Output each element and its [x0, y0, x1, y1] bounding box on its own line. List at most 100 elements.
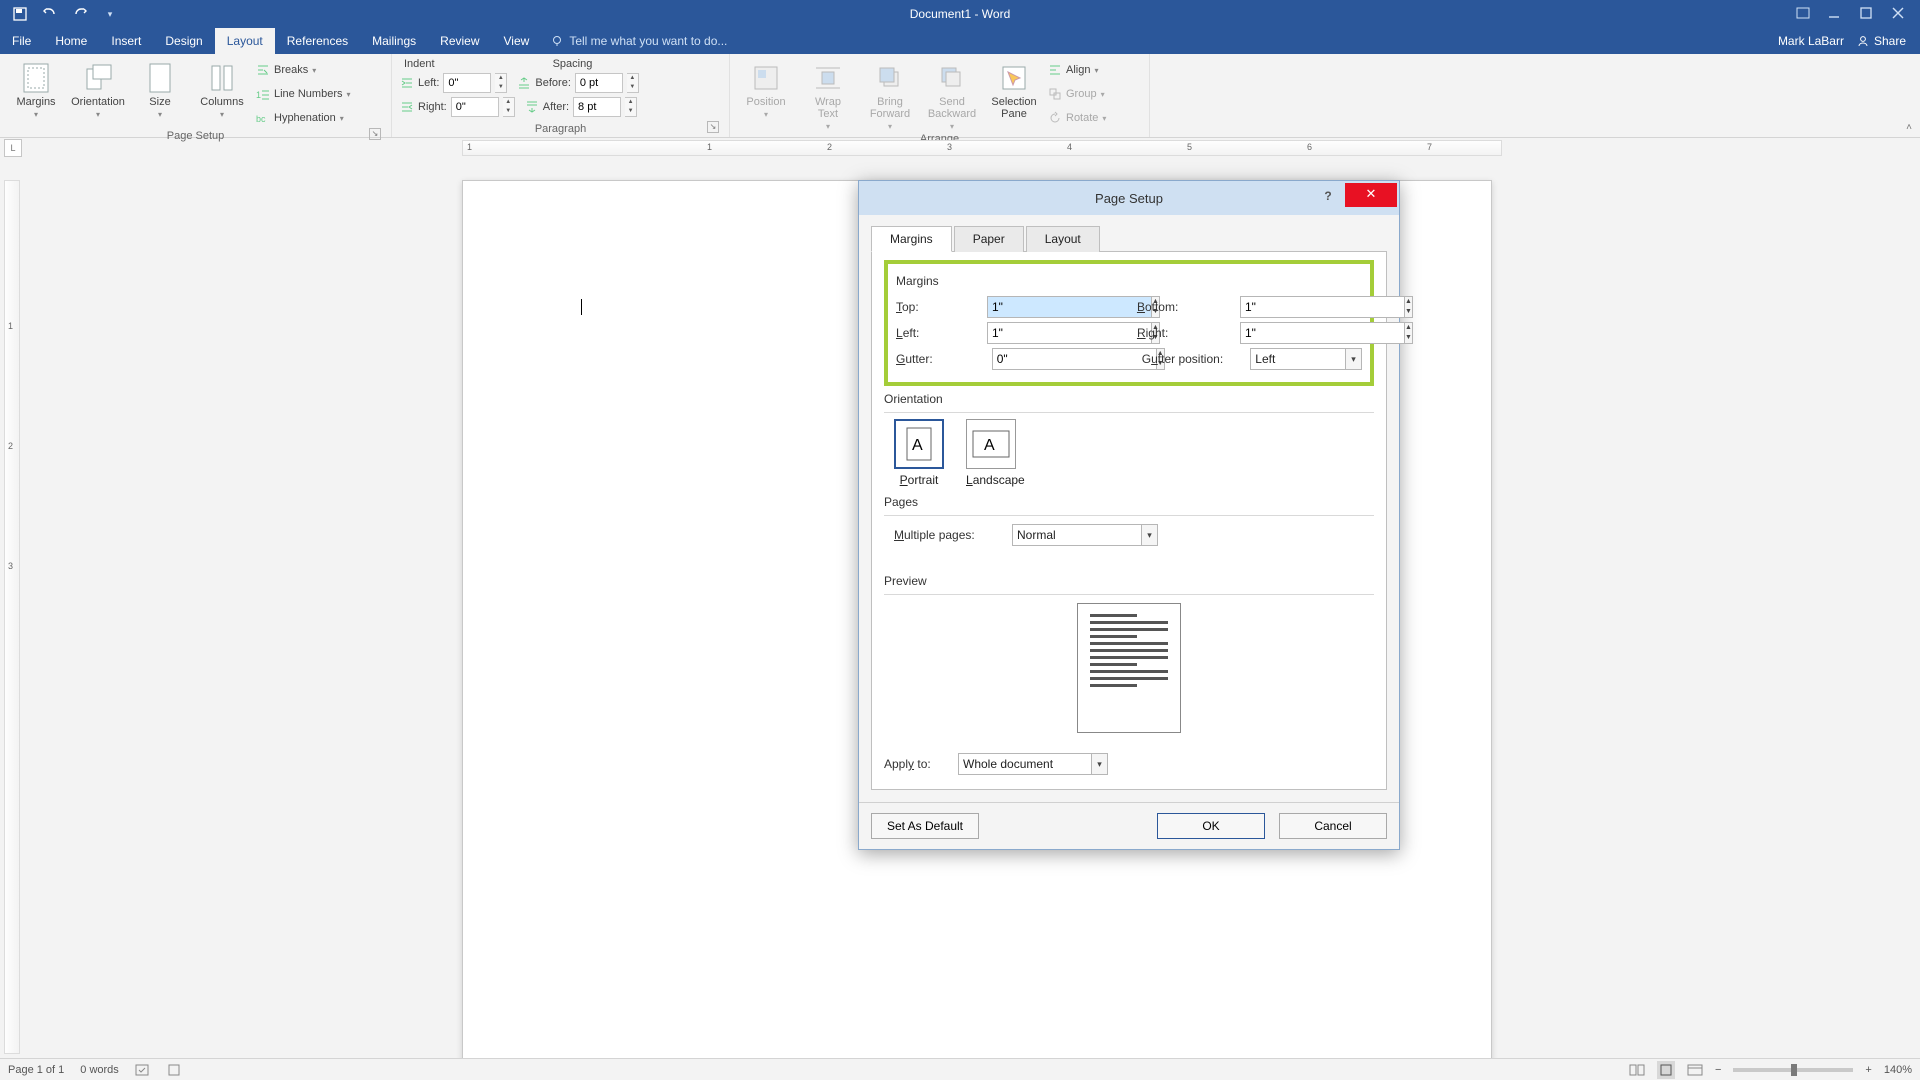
tab-review[interactable]: Review [428, 28, 491, 54]
spellcheck-icon[interactable] [135, 1063, 151, 1077]
indent-right[interactable]: Right:▲▼ [400, 96, 515, 118]
selection-pane-button[interactable]: SelectionPane [986, 58, 1042, 120]
line-numbers-icon: 1 [256, 87, 270, 101]
dialog-tab-paper[interactable]: Paper [954, 226, 1024, 252]
margin-top-input[interactable]: ▲▼ [987, 296, 1109, 318]
ok-button[interactable]: OK [1157, 813, 1265, 839]
zoom-level[interactable]: 140% [1884, 1064, 1912, 1076]
tab-file[interactable]: File [0, 28, 43, 54]
view-print-icon[interactable] [1657, 1061, 1675, 1079]
save-icon[interactable] [12, 6, 28, 22]
group-icon [1048, 87, 1062, 101]
margin-bottom-input[interactable]: ▲▼ [1240, 296, 1362, 318]
redo-icon[interactable] [72, 6, 88, 22]
dialog-title: Page Setup [1095, 191, 1163, 206]
status-page[interactable]: Page 1 of 1 [8, 1064, 64, 1076]
tell-me-search[interactable]: Tell me what you want to do... [541, 28, 727, 54]
rotate-button[interactable]: Rotate ▾ [1048, 108, 1106, 128]
macro-icon[interactable] [167, 1063, 181, 1077]
tab-design[interactable]: Design [153, 28, 214, 54]
gutter-input[interactable]: ▲▼ [992, 348, 1114, 370]
group-button[interactable]: Group ▾ [1048, 84, 1106, 104]
user-name[interactable]: Mark LaBarr [1778, 34, 1844, 48]
ribbon-display-icon[interactable] [1796, 7, 1810, 21]
margin-top-label: Top: [896, 300, 979, 314]
dialog-tabs: Margins Paper Layout [871, 225, 1387, 252]
margin-right-input[interactable]: ▲▼ [1240, 322, 1362, 344]
margin-left-input[interactable]: ▲▼ [987, 322, 1109, 344]
indent-right-icon [400, 100, 414, 114]
paragraph-launcher[interactable]: ↘ [707, 121, 719, 133]
group-label: Page Setup [167, 130, 225, 142]
bring-forward-button[interactable]: BringForward▾ [862, 58, 918, 131]
margins-section-highlight: Margins Top: ▲▼ Bottom: ▲▼ Left: ▲▼ Righ… [884, 260, 1374, 386]
zoom-out-button[interactable]: − [1715, 1064, 1721, 1076]
status-bar: Page 1 of 1 0 words − + 140% [0, 1058, 1920, 1080]
orientation-landscape[interactable]: A Landscape [966, 419, 1025, 487]
dialog-tab-layout[interactable]: Layout [1026, 226, 1100, 252]
window-controls [1796, 7, 1920, 21]
view-read-icon[interactable] [1629, 1063, 1645, 1077]
pages-section-label: Pages [884, 495, 1374, 509]
orientation-button[interactable]: Orientation▾ [70, 58, 126, 119]
margins-button[interactable]: Margins▾ [8, 58, 64, 119]
maximize-icon[interactable] [1860, 7, 1874, 21]
indent-header: Indent [404, 58, 435, 70]
vertical-ruler[interactable]: 123 [4, 180, 20, 1054]
view-web-icon[interactable] [1687, 1063, 1703, 1077]
tab-mailings[interactable]: Mailings [360, 28, 428, 54]
collapse-ribbon-icon[interactable]: ˄ [1906, 122, 1912, 133]
tell-me-placeholder: Tell me what you want to do... [569, 34, 727, 48]
undo-icon[interactable] [42, 6, 58, 22]
tab-references[interactable]: References [275, 28, 360, 54]
status-words[interactable]: 0 words [80, 1064, 119, 1076]
qat-customize-icon[interactable]: ▾ [102, 6, 118, 22]
tab-layout[interactable]: Layout [215, 28, 275, 54]
gutter-position-select[interactable]: Left▾ [1250, 348, 1362, 370]
wrap-text-button[interactable]: WrapText▾ [800, 58, 856, 131]
tab-home[interactable]: Home [43, 28, 99, 54]
page-setup-launcher[interactable]: ↘ [369, 128, 381, 140]
multiple-pages-select[interactable]: Normal▾ [1012, 524, 1158, 546]
cancel-button[interactable]: Cancel [1279, 813, 1387, 839]
margin-left-label: Left: [896, 326, 979, 340]
share-icon [1856, 34, 1870, 48]
spacing-after-icon [525, 100, 539, 114]
indent-left[interactable]: Left:▲▼ [400, 72, 507, 94]
line-numbers-button[interactable]: 1Line Numbers ▾ [256, 84, 351, 104]
orientation-portrait[interactable]: A Portrait [894, 419, 944, 487]
close-icon[interactable] [1892, 7, 1906, 21]
orientation-section-label: Orientation [884, 392, 1374, 406]
quick-access-toolbar: ▾ [0, 6, 118, 22]
horizontal-ruler[interactable]: 1 1 2 3 4 5 6 7 [462, 140, 1502, 156]
dialog-tab-margins[interactable]: Margins [871, 226, 952, 252]
tab-view[interactable]: View [492, 28, 542, 54]
margins-section-label: Margins [896, 274, 1362, 288]
apply-to-select[interactable]: Whole document▾ [958, 753, 1108, 775]
preview-thumbnail [1077, 603, 1181, 733]
dialog-titlebar[interactable]: Page Setup ? ✕ [859, 181, 1399, 215]
share-button[interactable]: Share [1856, 34, 1906, 48]
zoom-in-button[interactable]: + [1865, 1064, 1871, 1076]
send-backward-button[interactable]: SendBackward▾ [924, 58, 980, 131]
spacing-before[interactable]: Before:▲▼ [517, 72, 638, 94]
size-button[interactable]: Size▾ [132, 58, 188, 119]
position-button[interactable]: Position▾ [738, 58, 794, 119]
zoom-slider[interactable] [1733, 1068, 1853, 1072]
spacing-after[interactable]: After:▲▼ [525, 96, 637, 118]
dialog-help-icon[interactable]: ? [1315, 185, 1341, 207]
columns-button[interactable]: Columns▾ [194, 58, 250, 119]
breaks-button[interactable]: Breaks ▾ [256, 60, 351, 80]
group-label: Paragraph [535, 123, 586, 135]
group-arrange: Position▾ WrapText▾ BringForward▾ SendBa… [730, 54, 1150, 137]
gutter-label: Gutter: [896, 352, 984, 366]
set-as-default-button[interactable]: Set As Default [871, 813, 979, 839]
align-button[interactable]: Align ▾ [1048, 60, 1106, 80]
hyphenation-button[interactable]: bcHyphenation ▾ [256, 108, 351, 128]
tab-insert[interactable]: Insert [99, 28, 153, 54]
document-area: 123 Page Setup ? ✕ Margins Paper Layout … [0, 158, 1920, 1058]
text-caret [581, 299, 582, 315]
dialog-close-button[interactable]: ✕ [1345, 183, 1397, 207]
minimize-icon[interactable] [1828, 7, 1842, 21]
spacing-header: Spacing [553, 58, 593, 70]
